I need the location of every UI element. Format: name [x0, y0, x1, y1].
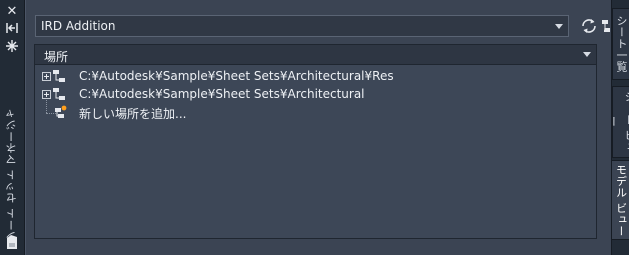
sheet-set-manager-panel: IRD Addition 場所 C:¥Autodesk¥Sample¥Sheet… [25, 0, 617, 255]
tree-row-location-2[interactable]: C:¥Autodesk¥Sample¥Sheet Sets¥Architectu… [35, 85, 595, 103]
sheet-set-name: IRD Addition [41, 19, 116, 33]
location-icon [53, 70, 65, 82]
chevron-down-icon[interactable] [583, 52, 591, 57]
tree-row-label: 新しい場所を追加... [79, 107, 187, 121]
add-location-icon [55, 105, 67, 118]
locations-label: 場所 [44, 50, 69, 64]
tree-row-label: C:¥Autodesk¥Sample¥Sheet Sets¥Architectu… [79, 87, 365, 101]
tab-model-views[interactable]: モデル ビュー [612, 160, 629, 240]
location-icon [53, 88, 65, 100]
tree-row-location-1[interactable]: C:¥Autodesk¥Sample¥Sheet Sets¥Architectu… [35, 67, 595, 85]
properties-icon[interactable] [3, 40, 21, 56]
sheet-set-dropdown[interactable]: IRD Addition [35, 15, 569, 37]
locations-header[interactable]: 場所 [34, 44, 597, 65]
autohide-icon[interactable] [3, 22, 21, 38]
tree-row-label: C:¥Autodesk¥Sample¥Sheet Sets¥Architectu… [79, 69, 394, 83]
add-location-icon[interactable] [578, 15, 617, 35]
palette-title: シート セット マネージャ [5, 107, 18, 243]
tab-sheet-list[interactable]: シート一覧 [612, 8, 629, 80]
locations-tree: C:¥Autodesk¥Sample¥Sheet Sets¥Architectu… [34, 65, 597, 239]
expand-icon[interactable] [42, 72, 51, 81]
tree-row-add-location[interactable]: 新しい場所を追加... [35, 103, 595, 121]
tab-sheet-views[interactable]: シート ビュー [607, 86, 629, 158]
palette-tabs: シート一覧 シート ビュー モデル ビュー [607, 0, 629, 255]
expand-icon[interactable] [42, 90, 51, 99]
close-icon[interactable]: ✕ [3, 4, 21, 20]
palette-titlebar: ✕ シート セット マネージャ [0, 0, 25, 255]
chevron-down-icon[interactable] [555, 24, 563, 29]
palette-icon [3, 234, 21, 250]
